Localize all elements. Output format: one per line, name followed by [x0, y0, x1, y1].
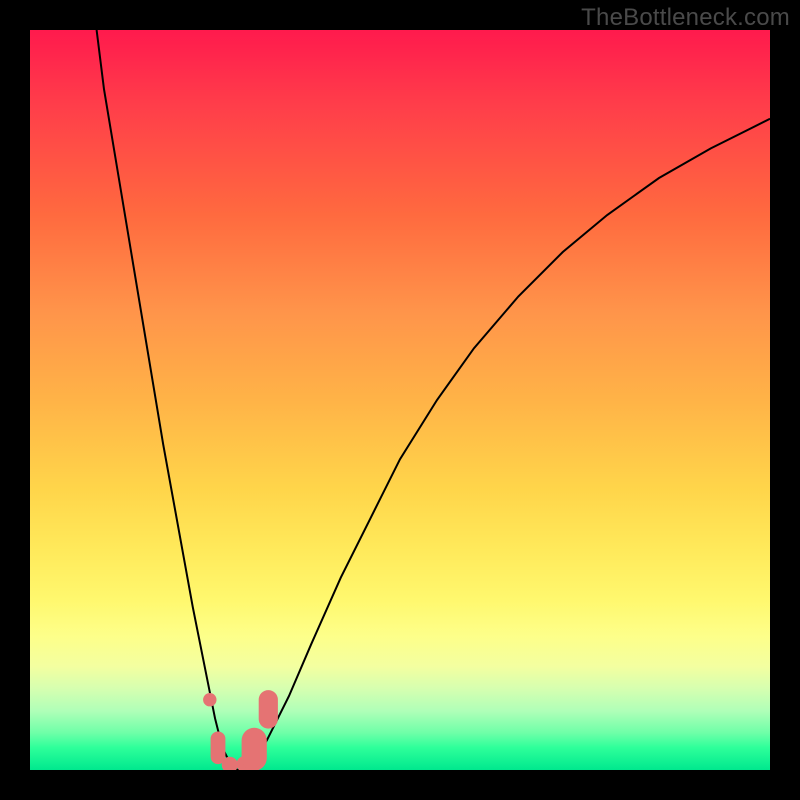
chart-frame: TheBottleneck.com [0, 0, 800, 800]
curve-marker [259, 690, 278, 729]
bottleneck-curve-svg [30, 30, 770, 770]
curve-marker [203, 693, 216, 706]
curve-marker [211, 732, 226, 765]
watermark-text: TheBottleneck.com [581, 4, 790, 32]
plot-area [30, 30, 770, 770]
curve-marker [242, 728, 267, 770]
curve-markers [203, 690, 278, 770]
bottleneck-curve [97, 30, 770, 770]
